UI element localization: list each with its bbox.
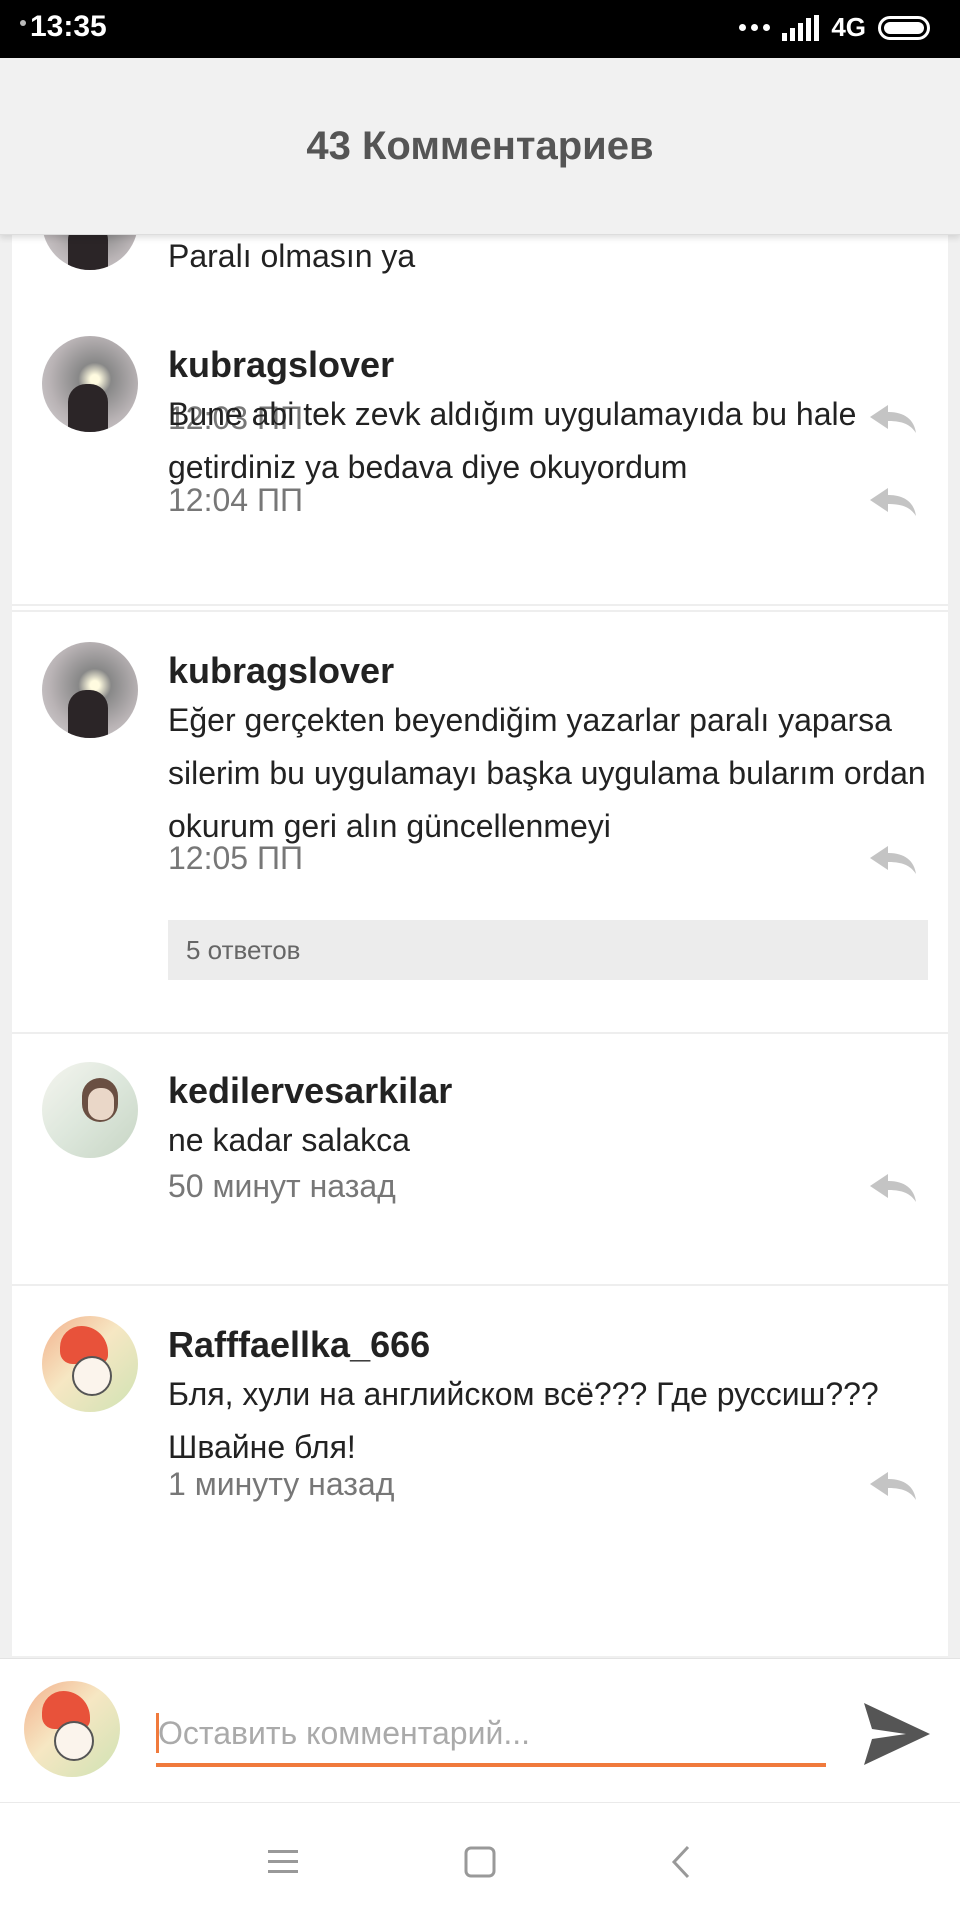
current-user-avatar bbox=[24, 1681, 120, 1777]
comment-username[interactable]: Rafffaellka_666 bbox=[168, 1324, 430, 1366]
avatar[interactable] bbox=[42, 336, 138, 432]
status-icons: 4G bbox=[739, 12, 930, 43]
comment-text: Paralı olmasın ya bbox=[168, 238, 416, 274]
comment-text: Bune abi tek zevk aldığım uygulamayıda b… bbox=[168, 396, 857, 485]
comment-username[interactable]: kubragslover bbox=[168, 344, 394, 386]
more-dots-icon bbox=[739, 24, 771, 31]
comment-time: 1 минуту назад bbox=[168, 1466, 395, 1502]
battery-icon bbox=[878, 15, 930, 40]
system-nav-bar bbox=[0, 1802, 960, 1921]
comment-item: Rafffaellka_666 Бля, хули на английском … bbox=[12, 1286, 948, 1592]
signal-icon bbox=[782, 14, 820, 41]
comment-text: ne kadar salakca bbox=[168, 1122, 410, 1158]
avatar[interactable] bbox=[42, 1062, 138, 1158]
comment-time: 12:04 ПП bbox=[168, 482, 303, 518]
view-replies-button[interactable]: 5 ответов bbox=[168, 920, 928, 980]
home-icon[interactable] bbox=[457, 1839, 503, 1885]
comment-username[interactable]: kedilervesarkilar bbox=[168, 1070, 452, 1112]
comments-header: 43 Комментариев bbox=[0, 58, 960, 235]
comment-composer: Оставить комментарий... bbox=[0, 1658, 960, 1803]
comment-input-placeholder: Оставить комментарий... bbox=[158, 1715, 531, 1751]
comment-list[interactable]: Paralı olmasın ya 12:03 ПП kubragslover … bbox=[12, 234, 948, 1656]
notification-dot-icon bbox=[20, 20, 26, 26]
avatar[interactable] bbox=[42, 234, 138, 270]
reply-icon[interactable] bbox=[868, 844, 918, 878]
send-icon[interactable] bbox=[862, 1701, 932, 1767]
status-time: 13:35 bbox=[30, 10, 107, 43]
reply-icon[interactable] bbox=[868, 486, 918, 520]
page-title: 43 Комментариев bbox=[306, 123, 654, 168]
comment-item: kubragslover Bune abi tek zevk aldığım u… bbox=[12, 306, 948, 612]
comment-time: 12:05 ПП bbox=[168, 840, 303, 876]
status-bar: 13:35 4G bbox=[0, 0, 960, 58]
menu-icon[interactable] bbox=[260, 1839, 306, 1885]
back-icon[interactable] bbox=[660, 1839, 706, 1885]
avatar[interactable] bbox=[42, 1316, 138, 1412]
comment-username[interactable]: kubragslover bbox=[168, 650, 394, 692]
comment-text: Бля, хули на английском всё??? Где русси… bbox=[168, 1376, 879, 1465]
comment-item: kedilervesarkilar ne kadar salakca 50 ми… bbox=[12, 1034, 948, 1286]
avatar[interactable] bbox=[42, 642, 138, 738]
comment-time: 50 минут назад bbox=[168, 1168, 396, 1204]
reply-icon[interactable] bbox=[868, 1172, 918, 1206]
network-type: 4G bbox=[831, 12, 866, 42]
reply-icon[interactable] bbox=[868, 1470, 918, 1504]
comment-item: kubragslover Eğer gerçekten beyendiğim y… bbox=[12, 612, 948, 1034]
comment-input[interactable]: Оставить комментарий... bbox=[156, 1703, 826, 1767]
comment-text: Eğer gerçekten beyendiğim yazarlar paral… bbox=[168, 702, 926, 844]
